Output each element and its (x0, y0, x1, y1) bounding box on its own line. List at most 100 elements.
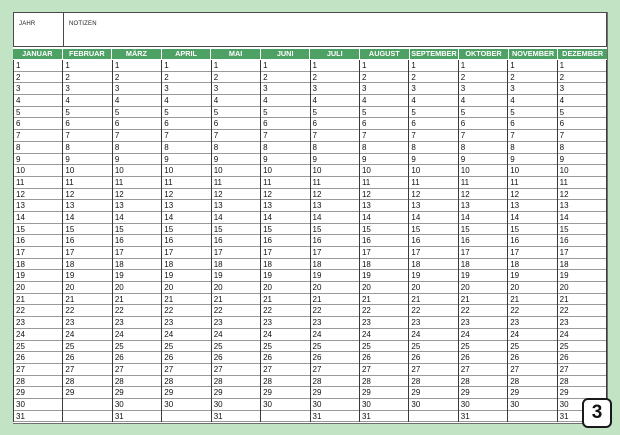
day-cell[interactable]: 31 (458, 411, 508, 423)
day-cell[interactable]: 2 (261, 72, 310, 84)
day-cell[interactable]: 29 (409, 387, 458, 399)
day-cell[interactable]: 22 (112, 305, 162, 318)
day-cell[interactable]: 23 (557, 317, 607, 329)
day-cell[interactable]: 3 (359, 83, 409, 96)
day-cell[interactable]: 5 (63, 107, 112, 119)
day-cell[interactable]: 5 (261, 107, 310, 119)
day-cell[interactable]: 11 (211, 177, 261, 189)
day-cell[interactable]: 3 (261, 83, 310, 96)
day-cell[interactable]: 26 (557, 352, 607, 364)
day-cell[interactable]: 14 (557, 212, 607, 224)
day-cell[interactable]: 17 (508, 247, 557, 259)
day-cell[interactable]: 17 (112, 247, 162, 259)
day-cell[interactable]: 31 (310, 411, 359, 423)
day-cell[interactable]: 10 (162, 165, 211, 177)
day-cell[interactable]: 11 (409, 177, 458, 189)
day-cell[interactable]: 8 (261, 142, 310, 154)
day-cell[interactable]: 15 (508, 224, 557, 236)
day-cell[interactable]: 25 (211, 341, 261, 353)
day-cell[interactable]: 5 (359, 107, 409, 119)
day-cell[interactable]: 15 (310, 224, 359, 236)
day-cell[interactable]: 17 (409, 247, 458, 259)
day-cell[interactable]: 1 (409, 60, 458, 72)
day-cell[interactable]: 16 (557, 235, 607, 247)
day-cell[interactable]: 28 (409, 376, 458, 388)
day-cell[interactable]: 3 (508, 83, 557, 96)
day-cell[interactable]: 24 (557, 329, 607, 341)
day-cell[interactable]: 27 (211, 364, 261, 376)
day-cell[interactable]: 31 (112, 411, 162, 423)
day-cell[interactable]: 25 (112, 341, 162, 353)
day-cell[interactable]: 18 (211, 259, 261, 271)
day-cell[interactable]: 29 (310, 387, 359, 399)
day-cell[interactable]: 29 (261, 387, 310, 399)
day-cell[interactable]: 10 (409, 165, 458, 177)
day-cell[interactable]: 29 (211, 387, 261, 399)
day-cell[interactable]: 10 (261, 165, 310, 177)
day-cell[interactable]: 6 (162, 118, 211, 131)
day-cell[interactable]: 30 (508, 399, 557, 411)
day-cell[interactable]: 26 (162, 352, 211, 364)
day-cell[interactable]: 4 (261, 95, 310, 107)
day-cell[interactable]: 20 (261, 282, 310, 294)
day-cell[interactable]: 29 (112, 387, 162, 399)
day-cell[interactable]: 28 (261, 376, 310, 388)
day-cell[interactable]: 19 (14, 270, 63, 283)
day-cell[interactable]: 26 (261, 352, 310, 364)
day-cell[interactable]: 20 (310, 282, 359, 294)
day-cell[interactable]: 22 (409, 305, 458, 318)
day-cell[interactable]: 1 (211, 60, 261, 72)
day-cell[interactable]: 12 (112, 189, 162, 201)
day-cell[interactable]: 29 (14, 387, 63, 399)
day-cell[interactable]: 21 (261, 294, 310, 306)
day-cell[interactable]: 5 (557, 107, 607, 119)
notes-field[interactable]: NOTIZEN (64, 13, 606, 46)
day-cell[interactable]: 19 (409, 270, 458, 283)
day-cell[interactable]: 4 (557, 95, 607, 107)
day-cell[interactable]: 13 (310, 200, 359, 212)
day-cell[interactable]: 24 (310, 329, 359, 341)
day-cell[interactable]: 20 (458, 282, 508, 294)
day-cell[interactable]: 30 (211, 399, 261, 411)
day-cell[interactable]: 27 (162, 364, 211, 376)
day-cell[interactable]: 6 (112, 118, 162, 131)
day-cell[interactable]: 27 (261, 364, 310, 376)
day-cell[interactable]: 1 (359, 60, 409, 72)
day-cell[interactable]: 31 (211, 411, 261, 423)
day-cell[interactable]: 19 (557, 270, 607, 283)
day-cell[interactable]: 5 (162, 107, 211, 119)
day-cell[interactable]: 30 (112, 399, 162, 411)
day-cell[interactable]: 22 (211, 305, 261, 318)
day-cell[interactable]: 9 (458, 154, 508, 166)
day-cell[interactable]: 21 (211, 294, 261, 306)
day-cell[interactable]: 13 (63, 200, 112, 212)
day-cell[interactable]: 17 (359, 247, 409, 259)
day-cell[interactable]: 19 (162, 270, 211, 283)
day-cell[interactable]: 25 (557, 341, 607, 353)
day-cell[interactable]: 27 (112, 364, 162, 376)
day-cell[interactable]: 6 (63, 118, 112, 131)
day-cell[interactable]: 25 (458, 341, 508, 353)
day-cell[interactable]: 22 (458, 305, 508, 318)
day-cell[interactable]: 25 (14, 341, 63, 353)
day-cell[interactable]: 12 (261, 189, 310, 201)
day-cell[interactable]: 11 (458, 177, 508, 189)
day-cell[interactable]: 4 (508, 95, 557, 107)
day-cell[interactable]: 21 (557, 294, 607, 306)
day-cell[interactable]: 24 (63, 329, 112, 341)
day-cell[interactable]: 16 (63, 235, 112, 247)
day-cell[interactable]: 23 (359, 317, 409, 329)
day-cell[interactable]: 20 (112, 282, 162, 294)
day-cell[interactable]: 3 (112, 83, 162, 96)
day-cell[interactable]: 27 (14, 364, 63, 376)
day-cell[interactable]: 4 (310, 95, 359, 107)
day-cell[interactable]: 11 (63, 177, 112, 189)
day-cell[interactable]: 9 (63, 154, 112, 166)
day-cell[interactable]: 28 (112, 376, 162, 388)
day-cell[interactable]: 8 (14, 142, 63, 154)
year-field[interactable]: JAHR (14, 13, 64, 46)
day-cell[interactable]: 25 (310, 341, 359, 353)
day-cell[interactable]: 19 (261, 270, 310, 283)
day-cell[interactable]: 8 (557, 142, 607, 154)
day-cell[interactable]: 28 (162, 376, 211, 388)
